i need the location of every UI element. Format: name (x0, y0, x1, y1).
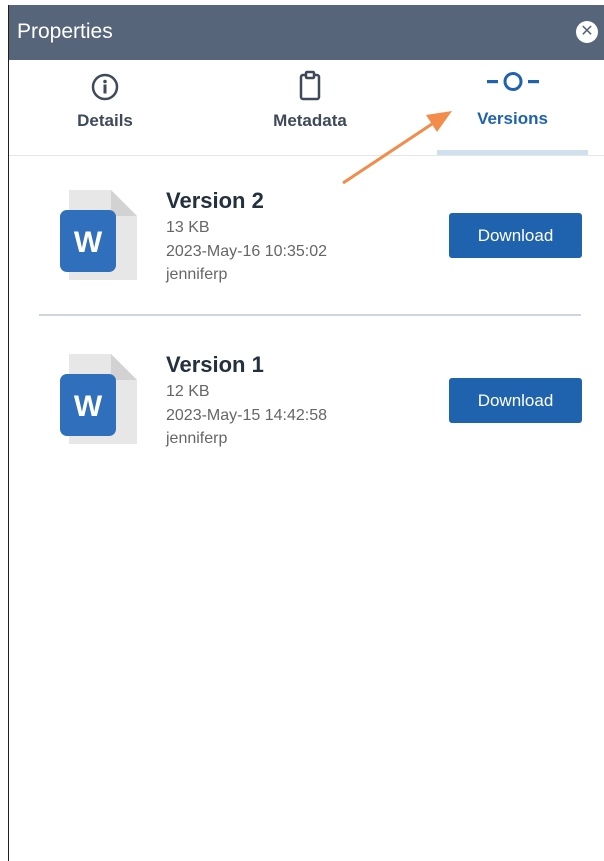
annotation-arrow (342, 111, 452, 185)
